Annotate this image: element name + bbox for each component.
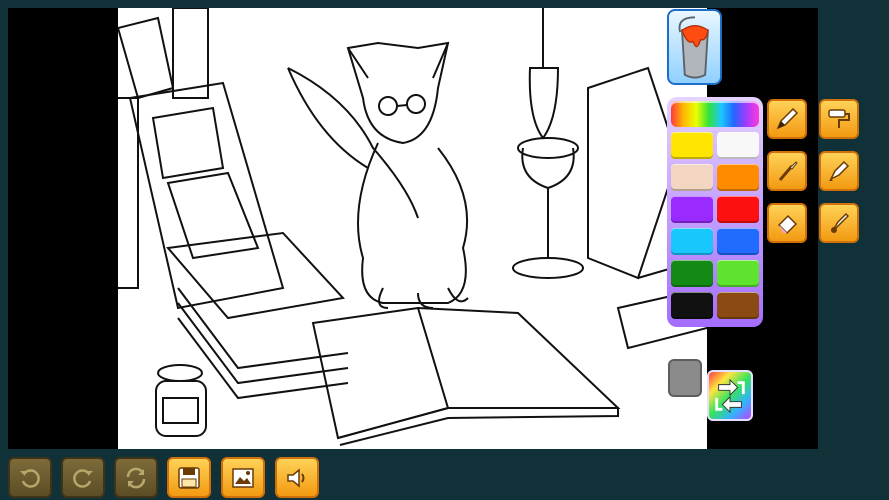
- swap-colors-button[interactable]: [707, 370, 753, 421]
- pencil-icon: [776, 107, 799, 130]
- redo-button[interactable]: [61, 457, 105, 498]
- color-swatch[interactable]: [671, 292, 713, 319]
- color-swatch[interactable]: [671, 260, 713, 287]
- stamp-tool[interactable]: [819, 203, 859, 243]
- color-swatch[interactable]: [671, 196, 713, 223]
- floppy-disk-icon: [178, 466, 200, 489]
- speaker-icon: [287, 467, 305, 488]
- sound-button[interactable]: [275, 457, 319, 498]
- eraser-icon: [777, 214, 798, 235]
- coloring-canvas[interactable]: [118, 8, 707, 449]
- gallery-button[interactable]: [221, 457, 265, 498]
- brush-tool[interactable]: [767, 151, 807, 191]
- line-art-cat-with-books: [118, 8, 707, 446]
- save-button[interactable]: [167, 457, 211, 498]
- color-swatch[interactable]: [717, 292, 759, 319]
- stamp-icon: [831, 212, 850, 233]
- refresh-icon: [126, 467, 146, 488]
- undo-icon: [20, 468, 40, 488]
- brush-icon: [778, 161, 798, 181]
- custom-color-picker[interactable]: [671, 101, 759, 127]
- swap-arrows-icon: [715, 378, 745, 413]
- fill-bucket-tool[interactable]: [667, 9, 722, 85]
- color-swatch[interactable]: [717, 164, 759, 191]
- undo-button[interactable]: [8, 457, 52, 498]
- color-swatch[interactable]: [717, 260, 759, 287]
- color-swatch[interactable]: [717, 132, 759, 159]
- redo-icon: [73, 468, 93, 488]
- eraser-tool[interactable]: [767, 203, 807, 243]
- reset-button[interactable]: [114, 457, 158, 498]
- paint-bucket-icon: [678, 16, 709, 79]
- paint-roller-icon: [828, 109, 850, 128]
- color-palette: [667, 97, 763, 327]
- color-swatch[interactable]: [717, 228, 759, 255]
- marker-tool[interactable]: [819, 151, 859, 191]
- picture-icon: [232, 467, 254, 488]
- color-swatch[interactable]: [671, 132, 713, 159]
- paint-roller-tool[interactable]: [819, 99, 859, 139]
- marker-icon: [829, 160, 850, 181]
- color-swatch[interactable]: [717, 196, 759, 223]
- current-color-swatch[interactable]: [668, 359, 702, 397]
- color-swatch[interactable]: [671, 164, 713, 191]
- pencil-tool[interactable]: [767, 99, 807, 139]
- color-swatch[interactable]: [671, 228, 713, 255]
